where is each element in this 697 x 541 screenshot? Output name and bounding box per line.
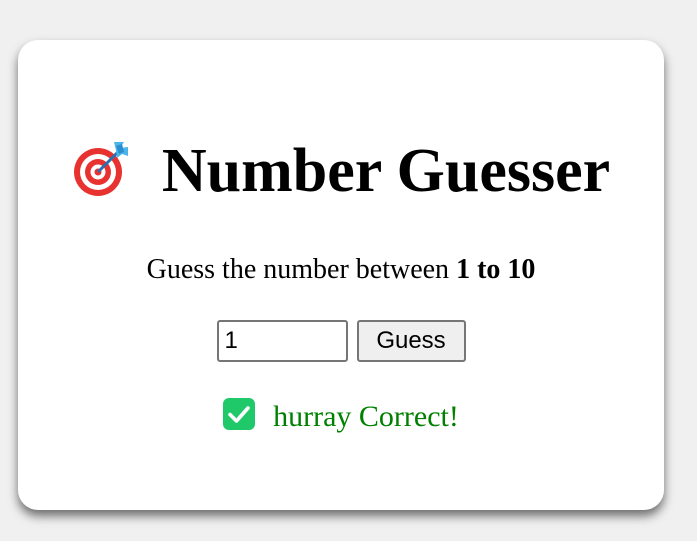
dart-target-icon <box>72 138 132 198</box>
game-card: Number Guesser Guess the number between … <box>18 40 664 510</box>
page-header: Number Guesser <box>18 136 664 207</box>
result-text: hurray Correct! <box>273 400 459 433</box>
guess-button[interactable]: Guess <box>356 320 466 362</box>
guess-input[interactable] <box>216 320 348 362</box>
instructions-label: Guess the number between <box>146 254 457 285</box>
result-message: hurray Correct! <box>18 398 664 434</box>
page-title: Number Guesser <box>161 137 611 205</box>
check-mark-icon <box>223 398 256 430</box>
guess-form: Guess <box>18 320 664 362</box>
instructions-text: Guess the number between 1 to 10 <box>18 254 664 286</box>
number-range: 1 to 10 <box>456 254 536 285</box>
